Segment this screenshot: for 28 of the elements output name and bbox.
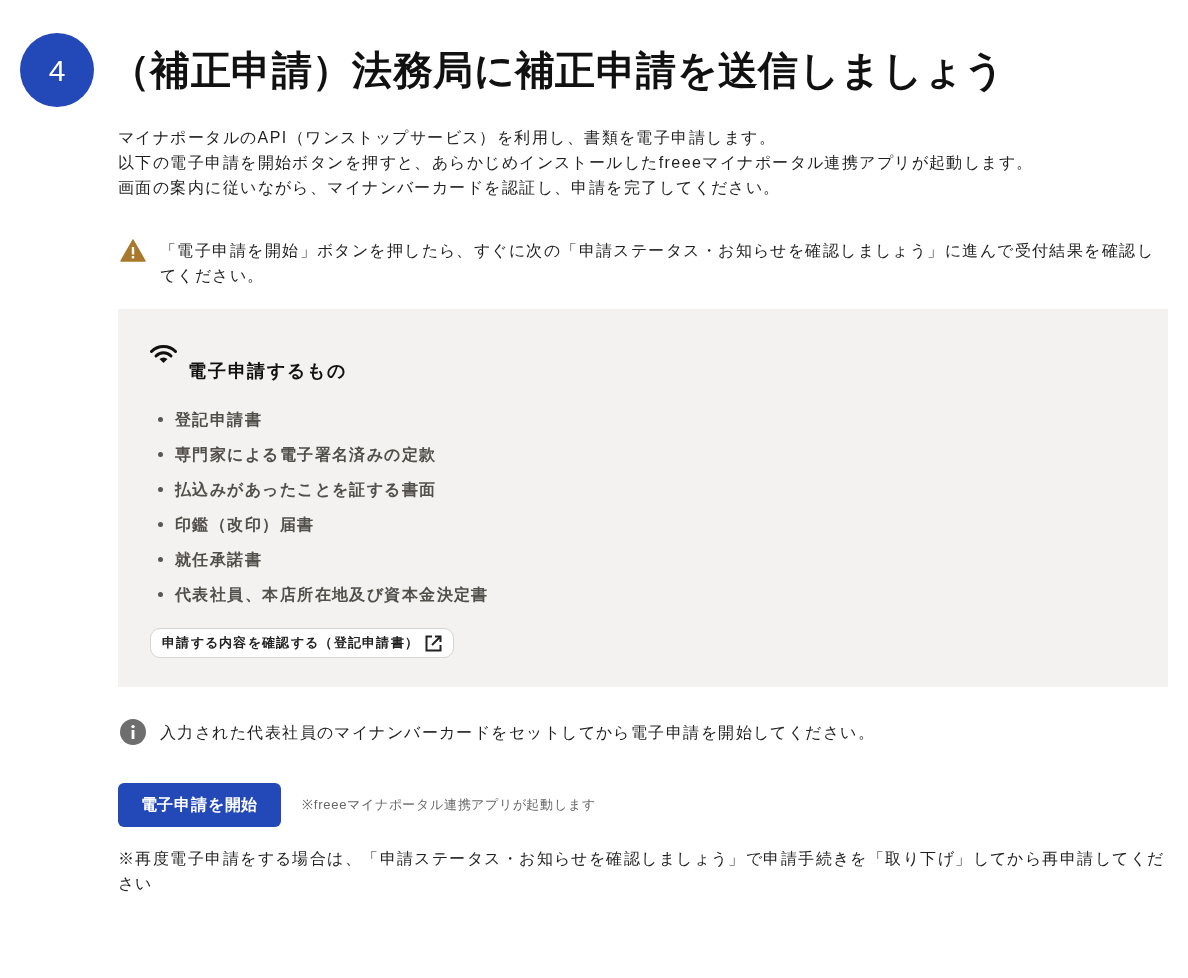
document-item: 就任承諾書 (175, 550, 263, 570)
page-title: （補正申請）法務局に補正申請を送信しましょう (110, 47, 1006, 94)
bullet-icon (158, 592, 163, 597)
confirm-content-link-button[interactable]: 申請する内容を確認する（登記申請書） (150, 628, 455, 658)
bullet-icon (158, 557, 163, 562)
intro-text: 画面の案内に従いながら、マイナンバーカードを認証し、申請を完了してください。 (118, 178, 782, 198)
wifi-icon (150, 345, 177, 363)
step-number: 4 (20, 33, 94, 107)
document-item: 登記申請書 (175, 410, 263, 430)
intro-text: マイナポータルのAPI（ワンストップサービス）を利用し、書類を電子申請します。 (118, 128, 777, 148)
bullet-icon (158, 417, 163, 422)
document-item: 代表社員、本店所在地及び資本金決定書 (175, 585, 489, 605)
bullet-icon (158, 452, 163, 457)
document-item: 払込みがあったことを証する書面 (175, 480, 437, 500)
bullet-icon (158, 487, 163, 492)
intro-text: 以下の電子申請を開始ボタンを押すと、あらかじめインストールしたfreeeマイナポータル連携アプリが起動します。 (118, 153, 1035, 173)
reapply-note: ※再度電子申請をする場合は、「申請ステータス・お知らせを確認しましょう」で申請手続きを「取り下げ」してから再申請してください (118, 849, 1166, 894)
warning-text: 「電子申請を開始」ボタンを押したら、すぐに次の「申請ステータス・お知らせを確認しましょう」に進んで受付結果を確認してください。 (160, 241, 1156, 286)
info-icon (120, 719, 146, 745)
document-item: 印鑑（改印）届書 (175, 515, 315, 535)
document-item: 専門家による電子署名済みの定款 (175, 445, 437, 465)
info-text: 入力された代表社員のマイナンバーカードをセットしてから電子申請を開始してください。 (160, 722, 876, 743)
panel-heading: 電子申請するもの (188, 360, 347, 383)
launch-note: ※freeeマイナポータル連携アプリが起動します (302, 796, 596, 814)
start-submission-button[interactable]: 電子申請を開始 (118, 783, 281, 827)
external-link-icon (425, 634, 443, 652)
bullet-icon (158, 522, 163, 527)
warning-icon (120, 239, 146, 262)
